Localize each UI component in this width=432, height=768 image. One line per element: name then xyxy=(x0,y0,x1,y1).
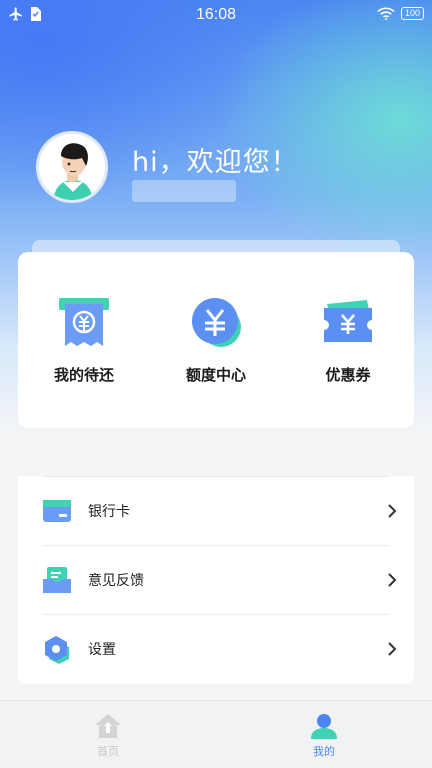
profile-section xyxy=(36,131,108,203)
chevron-right-icon xyxy=(388,503,397,518)
menu-item-bank-card[interactable]: 银行卡 xyxy=(42,476,400,545)
quick-actions-card: 我的待还 额度中心 优惠券 xyxy=(18,252,414,428)
chevron-right-icon xyxy=(388,641,397,656)
settings-icon xyxy=(45,635,69,664)
quick-action-label: 我的待还 xyxy=(53,366,114,384)
wifi-icon xyxy=(377,7,395,20)
clock: 16:08 xyxy=(195,6,237,23)
menu-item-settings[interactable]: 设置 xyxy=(42,614,400,683)
quick-action-label: 优惠券 xyxy=(325,366,371,384)
avatar[interactable] xyxy=(36,131,108,203)
quick-action-credit[interactable]: 额度中心 xyxy=(161,296,271,385)
masked-phone-number xyxy=(132,180,236,202)
bank-card-icon xyxy=(43,499,71,522)
quick-action-coupons[interactable]: 优惠券 xyxy=(293,296,403,385)
coupon-icon xyxy=(324,300,372,342)
tab-label: 首页 xyxy=(97,745,119,758)
quick-action-label: 额度中心 xyxy=(185,366,246,384)
user-icon xyxy=(311,714,337,739)
settings-list: 银行卡 意见反馈 设置 xyxy=(18,476,414,684)
menu-item-label: 银行卡 xyxy=(88,503,130,520)
tab-label: 我的 xyxy=(313,745,335,758)
tab-home[interactable]: 首页 xyxy=(0,701,216,768)
menu-item-label: 设置 xyxy=(88,641,116,658)
bill-icon xyxy=(59,298,109,346)
menu-item-label: 意见反馈 xyxy=(88,572,144,589)
home-icon xyxy=(95,714,121,738)
yen-coin-icon xyxy=(192,298,241,347)
chevron-right-icon xyxy=(388,572,397,587)
status-bar: 16:08 100 xyxy=(0,0,432,30)
feedback-icon xyxy=(43,566,71,593)
quick-action-repayment[interactable]: 我的待还 xyxy=(29,296,139,385)
battery-icon: 100 xyxy=(400,7,424,20)
bottom-tab-bar: 首页 我的 xyxy=(0,700,432,768)
greeting-text: hi，欢迎您！ xyxy=(132,147,299,178)
avatar-illustration xyxy=(39,134,105,200)
menu-item-feedback[interactable]: 意见反馈 xyxy=(42,545,400,614)
tab-mine[interactable]: 我的 xyxy=(216,701,432,768)
